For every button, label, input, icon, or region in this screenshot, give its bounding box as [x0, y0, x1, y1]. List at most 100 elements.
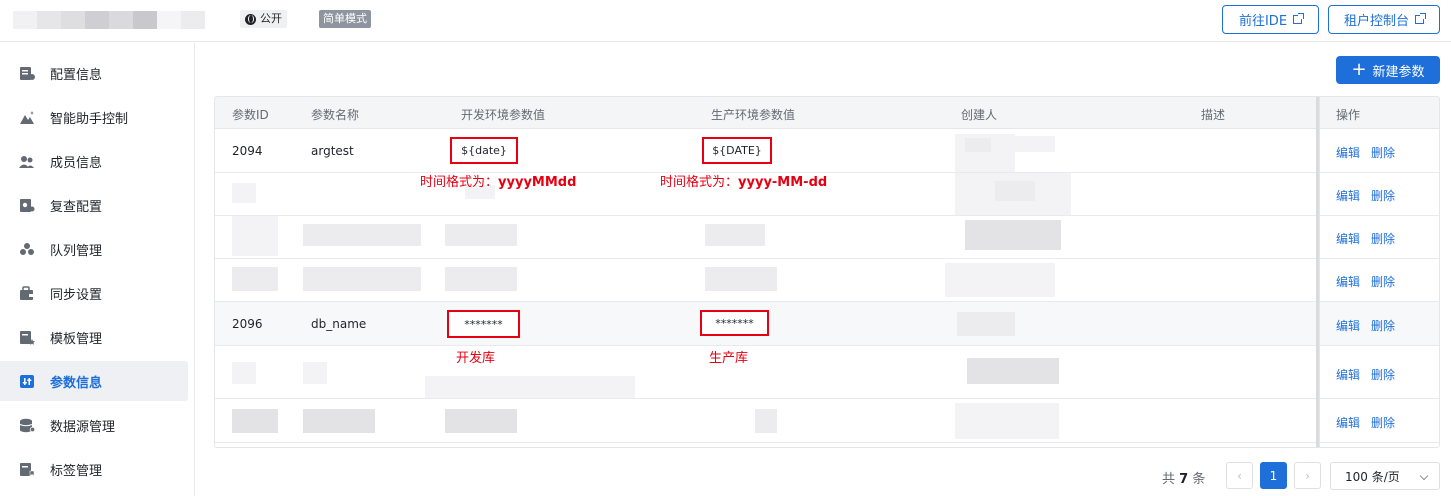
edit-link[interactable]: 编辑: [1336, 273, 1360, 290]
queue-icon: [20, 242, 34, 255]
new-parameter-button[interactable]: + 新建参数: [1336, 56, 1440, 84]
delete-link[interactable]: 删除: [1371, 187, 1395, 204]
redacted-cell: [705, 224, 765, 246]
sidebar-item-members[interactable]: 成员信息: [0, 141, 188, 181]
redacted-creator: [945, 263, 1055, 297]
go-to-ide-button[interactable]: 前往IDE: [1222, 5, 1319, 34]
total-prefix: 共: [1162, 472, 1176, 487]
sidebar-item-template[interactable]: 模板管理: [0, 317, 188, 357]
annotation-format: yyyyMMdd: [498, 175, 577, 190]
next-page-button[interactable]: ›: [1294, 462, 1321, 489]
redacted-cell: [445, 409, 517, 433]
external-link-icon: [1293, 13, 1305, 24]
annotation-format: yyyy-MM-dd: [738, 175, 828, 190]
sidebar-item-label: 同步设置: [50, 287, 103, 303]
config-icon: [20, 66, 35, 80]
chevron-left-icon: ‹: [1237, 468, 1242, 483]
parameters-table: 参数ID 参数名称 开发环境参数值 生产环境参数值 创建人 描述 操作 2094…: [214, 96, 1440, 448]
assistant-icon: [20, 110, 34, 124]
dev-date-format-annotation: 时间格式为：yyyyMMdd: [420, 171, 576, 190]
param-name: db_name: [311, 317, 367, 331]
param-id: 2094: [232, 144, 263, 158]
redacted-creator: [957, 312, 1015, 336]
members-icon: [19, 155, 34, 168]
plus-icon: +: [1351, 59, 1367, 80]
page-1-button[interactable]: 1: [1260, 462, 1287, 489]
sidebar-item-sync[interactable]: 同步设置: [0, 273, 188, 313]
edit-link[interactable]: 编辑: [1336, 144, 1360, 161]
redacted-cell: [303, 267, 421, 291]
sidebar-item-label: 成员信息: [50, 155, 103, 171]
redacted-cell: [303, 224, 421, 246]
total-count: 共 7 条: [1162, 468, 1205, 487]
template-icon: [20, 330, 35, 345]
page-size-select[interactable]: 100 条/页: [1330, 462, 1440, 490]
sidebar: 配置信息 智能助手控制 成员信息 复查配置 队列管理 同步设置 模板管理 参数信…: [0, 43, 195, 496]
redacted-cell: [755, 409, 777, 433]
dev-db-annotation: 开发库: [456, 351, 496, 366]
annotation-prefix: 时间格式为：: [660, 175, 739, 190]
sidebar-item-label: 参数信息: [50, 375, 103, 391]
redacted-cell: [445, 224, 517, 246]
sidebar-item-assistant[interactable]: 智能助手控制: [0, 97, 188, 137]
dev-masked-value-highlight: *******: [447, 310, 520, 338]
param-id: 2096: [232, 317, 263, 331]
table-row: [215, 346, 1439, 399]
tenant-console-button[interactable]: 租户控制台: [1328, 5, 1440, 34]
redacted-cell: [445, 267, 517, 291]
sidebar-item-params[interactable]: 参数信息: [0, 361, 188, 401]
table-row: 2094 argtest: [215, 130, 1439, 173]
sidebar-item-review[interactable]: 复查配置: [0, 185, 188, 225]
table-row: [215, 399, 1439, 443]
page-size-value: 100 条/页: [1345, 469, 1400, 484]
column-header-description: 描述: [1201, 108, 1226, 122]
edit-link[interactable]: 编辑: [1336, 230, 1360, 247]
edit-link[interactable]: 编辑: [1336, 317, 1360, 334]
column-header-dev-value: 开发环境参数值: [461, 108, 546, 122]
edit-link[interactable]: 编辑: [1336, 414, 1360, 431]
sidebar-item-label: 复查配置: [50, 199, 103, 215]
delete-link[interactable]: 删除: [1371, 230, 1395, 247]
column-header-prod-value: 生产环境参数值: [711, 108, 796, 122]
sidebar-item-label: 模板管理: [50, 331, 103, 347]
redacted-cell: [232, 183, 256, 203]
delete-link[interactable]: 删除: [1371, 366, 1395, 383]
prod-db-annotation: 生产库: [709, 351, 749, 366]
params-icon: [20, 374, 34, 388]
edit-link[interactable]: 编辑: [1336, 187, 1360, 204]
actions-column: 编辑 删除 编辑 删除 编辑 删除 编辑 删除 编辑 删除 编辑 删除 编辑 删…: [1319, 97, 1439, 447]
dev-value-highlight: ${date}: [450, 137, 518, 164]
sidebar-item-queue[interactable]: 队列管理: [0, 229, 188, 269]
redacted-creator: [967, 358, 1059, 384]
sidebar-item-datasource[interactable]: 数据源管理: [0, 405, 188, 445]
sync-icon: [20, 285, 33, 300]
sidebar-item-tags[interactable]: 标签管理: [0, 449, 188, 489]
go-to-ide-label: 前往IDE: [1238, 14, 1288, 29]
prod-date-format-annotation: 时间格式为：yyyy-MM-dd: [660, 171, 827, 190]
chevron-down-icon: [1419, 471, 1429, 481]
redacted-cell: [705, 267, 777, 291]
delete-link[interactable]: 删除: [1371, 144, 1395, 161]
redacted-cell: [232, 409, 278, 433]
sidebar-item-config[interactable]: 配置信息: [0, 53, 188, 93]
review-icon: [20, 198, 35, 212]
total-suffix: 条: [1192, 472, 1206, 487]
redacted-cell: [303, 409, 375, 433]
new-parameter-label: 新建参数: [1372, 64, 1425, 80]
edit-link[interactable]: 编辑: [1336, 366, 1360, 383]
table-row: [215, 259, 1439, 302]
project-name-redacted: [13, 11, 205, 29]
tag-icon: [20, 462, 35, 477]
tenant-console-label: 租户控制台: [1343, 14, 1409, 29]
param-name: argtest: [311, 144, 354, 158]
delete-link[interactable]: 删除: [1371, 317, 1395, 334]
visibility-badge: 公开: [240, 10, 287, 28]
delete-link[interactable]: 删除: [1371, 414, 1395, 431]
table-row: [215, 216, 1439, 259]
globe-icon: [245, 13, 256, 25]
delete-link[interactable]: 删除: [1371, 273, 1395, 290]
sidebar-item-label: 智能助手控制: [50, 111, 129, 127]
prev-page-button[interactable]: ‹: [1226, 462, 1253, 489]
visibility-label: 公开: [260, 12, 282, 25]
chevron-right-icon: ›: [1305, 468, 1310, 483]
